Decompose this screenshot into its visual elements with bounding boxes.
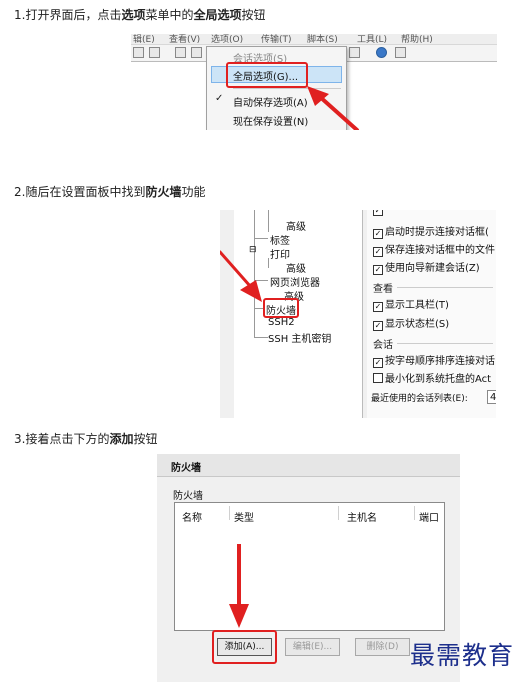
pointer-arrow-icon	[307, 86, 359, 130]
paste-icon[interactable]	[191, 47, 202, 58]
reconnect-icon[interactable]	[133, 47, 144, 58]
group-label: 防火墙	[173, 491, 203, 502]
step-text: 打开界面后，点击	[25, 8, 122, 22]
panel-title: 防火墙	[171, 463, 201, 474]
step-text: 功能	[181, 185, 206, 199]
checkbox[interactable]: ✓	[373, 210, 383, 216]
step-1-caption: 1.打开界面后，点击选项菜单中的全局选项按钮	[14, 6, 266, 23]
options-pane: ✓ ✓ 启动时提示连接对话框( ✓ 保存连接对话框中的文件 ✓ 使用向导新建会话(Z)…	[367, 210, 496, 418]
step-number: 2.	[14, 185, 26, 199]
step-keyword: 添加	[109, 432, 134, 446]
step-text: 接着点击下方的	[25, 432, 110, 446]
tree-item-tabs[interactable]: 标签	[270, 232, 290, 247]
menu-bar: 辑(E) 查看(V) 选项(O) 传输(T) 脚本(S) 工具(L) 帮助(H)	[131, 34, 497, 45]
pointer-arrow-icon	[229, 544, 249, 628]
step-text: 随后在设置面板中找到	[25, 185, 146, 199]
option-show-toolbar[interactable]: ✓ 显示工具栏(T)	[373, 296, 449, 312]
delete-button[interactable]: 删除(D)	[355, 638, 410, 656]
menu-view[interactable]: 查看(V)	[169, 34, 200, 45]
menu-help[interactable]: 帮助(H)	[401, 34, 433, 45]
view-group-title: 查看	[373, 284, 393, 295]
pointer-arrow-icon	[220, 250, 262, 302]
step-number: 1.	[14, 8, 26, 22]
checkbox[interactable]: ✓	[373, 358, 383, 368]
copy-icon[interactable]	[175, 47, 186, 58]
column-header-port[interactable]: 端口	[419, 509, 439, 524]
step-text: 按钮	[241, 8, 266, 22]
step-text: 按钮	[133, 432, 158, 446]
step-number: 3.	[14, 432, 26, 446]
column-header-hostname[interactable]: 主机名	[347, 509, 377, 524]
step-keyword: 全局选项	[193, 8, 242, 22]
menu-script[interactable]: 脚本(S)	[307, 34, 338, 45]
checkbox[interactable]: ✓	[373, 229, 383, 239]
panel-title-bar: 防火墙	[157, 454, 460, 477]
firewall-list[interactable]: 名称 类型 主机名 端口	[174, 502, 445, 631]
settings-panel-screenshot: 高级 标签 ⊟ 打印 高级 网页浏览器 高级 防火墙 SSH2 SSH 主机密钥…	[220, 210, 496, 418]
menu-edit[interactable]: 辑(E)	[133, 34, 155, 45]
checkbox[interactable]: ✓	[373, 302, 383, 312]
edit-button[interactable]: 编辑(E)...	[285, 638, 340, 656]
step-keyword: 防火墙	[145, 185, 182, 199]
add-button-highlight-box	[212, 630, 277, 664]
global-options-highlight-box	[226, 62, 308, 88]
option-show-statusbar[interactable]: ✓ 显示状态栏(S)	[373, 315, 449, 331]
checkbox[interactable]: ✓	[373, 247, 383, 257]
recent-sessions-input[interactable]: 4	[487, 390, 496, 404]
tree-item-ssh2[interactable]: SSH2	[268, 317, 295, 328]
menu-item-save-now[interactable]: 现在保存设置(N)	[233, 113, 308, 128]
help-icon[interactable]	[376, 47, 387, 58]
column-header-type[interactable]: 类型	[234, 509, 254, 524]
menu-tools[interactable]: 工具(L)	[357, 34, 387, 45]
menu-options[interactable]: 选项(O)	[211, 34, 243, 45]
option-minimize-tray[interactable]: 最小化到系统托盘的Act	[373, 370, 491, 385]
checkbox[interactable]: ✓	[373, 265, 383, 275]
menu-item-auto-save[interactable]: 自动保存选项(A)	[233, 94, 308, 109]
script-icon[interactable]	[395, 47, 406, 58]
step-keyword: 选项	[121, 8, 146, 22]
option-startup-dialog[interactable]: ✓ 启动时提示连接对话框(	[373, 223, 489, 239]
checkmark-icon: ✓	[215, 93, 224, 104]
checkbox[interactable]: ✓	[373, 321, 383, 331]
key-icon[interactable]	[349, 47, 360, 58]
options-menu-screenshot: 辑(E) 查看(V) 选项(O) 传输(T) 脚本(S) 工具(L) 帮助(H)…	[131, 34, 497, 130]
option-save-in-dialog[interactable]: ✓ 保存连接对话框中的文件	[373, 241, 495, 257]
option-sort-order[interactable]: ✓ 按字母顺序排序连接对话	[373, 352, 495, 368]
tree-item-ssh-host-keys[interactable]: SSH 主机密钥	[268, 330, 331, 345]
disconnect-icon[interactable]	[149, 47, 160, 58]
recent-sessions-label: 最近使用的会话列表(E):	[371, 394, 468, 404]
step-2-caption: 2.随后在设置面板中找到防火墙功能	[14, 183, 206, 200]
session-group-title: 会话	[373, 340, 393, 351]
column-header-name[interactable]: 名称	[182, 509, 202, 524]
step-3-caption: 3.接着点击下方的添加按钮	[14, 430, 158, 447]
watermark: 最需教育	[410, 641, 515, 670]
checkbox[interactable]	[373, 373, 383, 383]
step-text: 菜单中的	[145, 8, 194, 22]
option-use-wizard[interactable]: ✓ 使用向导新建会话(Z)	[373, 259, 480, 275]
tree-item-advanced-1[interactable]: 高级	[286, 218, 306, 233]
menu-transfer[interactable]: 传输(T)	[261, 34, 292, 45]
